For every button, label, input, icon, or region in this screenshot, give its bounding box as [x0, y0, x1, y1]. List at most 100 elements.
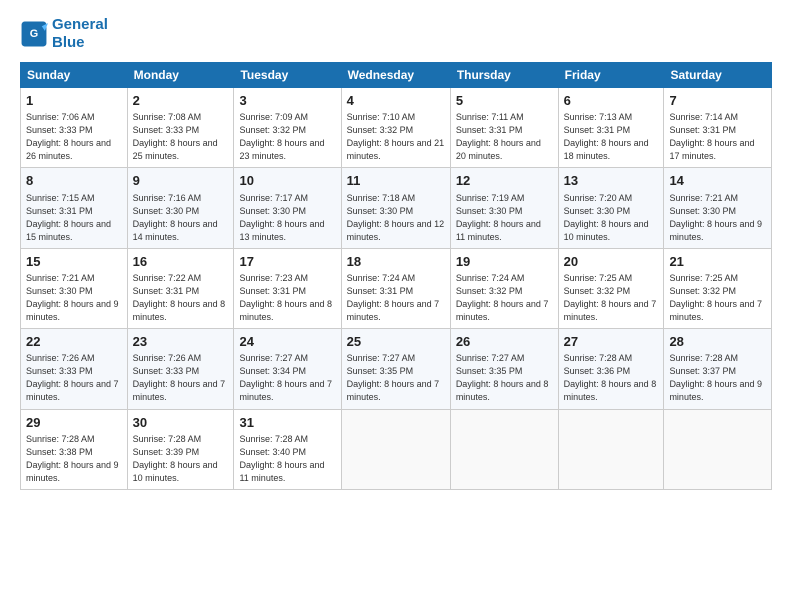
- calendar-cell: 10 Sunrise: 7:17 AMSunset: 3:30 PMDayligh…: [234, 168, 341, 248]
- calendar-cell: 12 Sunrise: 7:19 AMSunset: 3:30 PMDayligh…: [450, 168, 558, 248]
- day-info: Sunrise: 7:10 AMSunset: 3:32 PMDaylight:…: [347, 111, 445, 163]
- calendar-cell: 18Sunrise: 7:24 AMSunset: 3:31 PMDayligh…: [341, 248, 450, 328]
- calendar-cell: 15Sunrise: 7:21 AMSunset: 3:30 PMDayligh…: [21, 248, 128, 328]
- calendar-cell: 30Sunrise: 7:28 AMSunset: 3:39 PMDayligh…: [127, 409, 234, 489]
- calendar-cell: 4Sunrise: 7:10 AMSunset: 3:32 PMDaylight…: [341, 88, 450, 168]
- calendar-cell: 17Sunrise: 7:23 AMSunset: 3:31 PMDayligh…: [234, 248, 341, 328]
- calendar-cell: 21Sunrise: 7:25 AMSunset: 3:32 PMDayligh…: [664, 248, 772, 328]
- day-info: Sunrise: 7:28 AMSunset: 3:36 PMDaylight:…: [564, 352, 659, 404]
- logo-text: General Blue: [52, 16, 108, 52]
- calendar-cell: 28Sunrise: 7:28 AMSunset: 3:37 PMDayligh…: [664, 329, 772, 409]
- col-header-wednesday: Wednesday: [341, 63, 450, 88]
- day-number: 18: [347, 253, 445, 271]
- day-number: 9: [133, 172, 229, 190]
- day-info: Sunrise: 7:25 AMSunset: 3:32 PMDaylight:…: [564, 272, 659, 324]
- col-header-monday: Monday: [127, 63, 234, 88]
- calendar-cell: 29Sunrise: 7:28 AMSunset: 3:38 PMDayligh…: [21, 409, 128, 489]
- day-info: Sunrise: 7:09 AMSunset: 3:32 PMDaylight:…: [239, 111, 335, 163]
- day-info: Sunrise: 7:17 AMSunset: 3:30 PMDaylight:…: [239, 192, 335, 244]
- col-header-saturday: Saturday: [664, 63, 772, 88]
- calendar-cell: 1Sunrise: 7:06 AMSunset: 3:33 PMDaylight…: [21, 88, 128, 168]
- calendar-header-row: SundayMondayTuesdayWednesdayThursdayFrid…: [21, 63, 772, 88]
- calendar-cell: [664, 409, 772, 489]
- day-number: 2: [133, 92, 229, 110]
- day-info: Sunrise: 7:27 AMSunset: 3:34 PMDaylight:…: [239, 352, 335, 404]
- day-info: Sunrise: 7:28 AMSunset: 3:37 PMDaylight:…: [669, 352, 766, 404]
- calendar-cell: 2Sunrise: 7:08 AMSunset: 3:33 PMDaylight…: [127, 88, 234, 168]
- day-info: Sunrise: 7:26 AMSunset: 3:33 PMDaylight:…: [133, 352, 229, 404]
- calendar-cell: 25Sunrise: 7:27 AMSunset: 3:35 PMDayligh…: [341, 329, 450, 409]
- day-info: Sunrise: 7:13 AMSunset: 3:31 PMDaylight:…: [564, 111, 659, 163]
- calendar-cell: 8 Sunrise: 7:15 AMSunset: 3:31 PMDaylight…: [21, 168, 128, 248]
- calendar-cell: 13Sunrise: 7:20 AMSunset: 3:30 PMDayligh…: [558, 168, 664, 248]
- col-header-thursday: Thursday: [450, 63, 558, 88]
- day-info: Sunrise: 7:19 AMSunset: 3:30 PMDaylight:…: [456, 192, 553, 244]
- calendar-cell: 22Sunrise: 7:26 AMSunset: 3:33 PMDayligh…: [21, 329, 128, 409]
- day-info: Sunrise: 7:23 AMSunset: 3:31 PMDaylight:…: [239, 272, 335, 324]
- day-info: Sunrise: 7:11 AMSunset: 3:31 PMDaylight:…: [456, 111, 553, 163]
- col-header-tuesday: Tuesday: [234, 63, 341, 88]
- day-number: 15: [26, 253, 122, 271]
- day-number: 29: [26, 414, 122, 432]
- calendar-cell: [341, 409, 450, 489]
- day-info: Sunrise: 7:28 AMSunset: 3:40 PMDaylight:…: [239, 433, 335, 485]
- day-number: 24: [239, 333, 335, 351]
- calendar-cell: 16Sunrise: 7:22 AMSunset: 3:31 PMDayligh…: [127, 248, 234, 328]
- calendar-table: SundayMondayTuesdayWednesdayThursdayFrid…: [20, 62, 772, 490]
- day-number: 5: [456, 92, 553, 110]
- calendar-week-row: 1Sunrise: 7:06 AMSunset: 3:33 PMDaylight…: [21, 88, 772, 168]
- day-number: 11: [347, 172, 445, 190]
- day-number: 8: [26, 172, 122, 190]
- day-number: 19: [456, 253, 553, 271]
- calendar-cell: 9 Sunrise: 7:16 AMSunset: 3:30 PMDaylight…: [127, 168, 234, 248]
- day-number: 27: [564, 333, 659, 351]
- calendar-cell: 31Sunrise: 7:28 AMSunset: 3:40 PMDayligh…: [234, 409, 341, 489]
- day-number: 17: [239, 253, 335, 271]
- calendar-cell: 6Sunrise: 7:13 AMSunset: 3:31 PMDaylight…: [558, 88, 664, 168]
- day-number: 25: [347, 333, 445, 351]
- day-info: Sunrise: 7:26 AMSunset: 3:33 PMDaylight:…: [26, 352, 122, 404]
- day-number: 1: [26, 92, 122, 110]
- calendar-cell: 26Sunrise: 7:27 AMSunset: 3:35 PMDayligh…: [450, 329, 558, 409]
- day-info: Sunrise: 7:18 AMSunset: 3:30 PMDaylight:…: [347, 192, 445, 244]
- page-header: G General Blue: [20, 16, 772, 52]
- day-info: Sunrise: 7:25 AMSunset: 3:32 PMDaylight:…: [669, 272, 766, 324]
- day-number: 12: [456, 172, 553, 190]
- day-number: 21: [669, 253, 766, 271]
- logo-icon: G: [20, 20, 48, 48]
- day-number: 3: [239, 92, 335, 110]
- day-number: 20: [564, 253, 659, 271]
- calendar-cell: [450, 409, 558, 489]
- calendar-week-row: 22Sunrise: 7:26 AMSunset: 3:33 PMDayligh…: [21, 329, 772, 409]
- day-number: 7: [669, 92, 766, 110]
- day-info: Sunrise: 7:28 AMSunset: 3:39 PMDaylight:…: [133, 433, 229, 485]
- page-container: G General Blue SundayMondayTuesdayWednes…: [0, 0, 792, 612]
- calendar-cell: 5Sunrise: 7:11 AMSunset: 3:31 PMDaylight…: [450, 88, 558, 168]
- day-info: Sunrise: 7:16 AMSunset: 3:30 PMDaylight:…: [133, 192, 229, 244]
- calendar-week-row: 15Sunrise: 7:21 AMSunset: 3:30 PMDayligh…: [21, 248, 772, 328]
- day-info: Sunrise: 7:15 AMSunset: 3:31 PMDaylight:…: [26, 192, 122, 244]
- svg-text:G: G: [30, 28, 38, 40]
- calendar-cell: 7Sunrise: 7:14 AMSunset: 3:31 PMDaylight…: [664, 88, 772, 168]
- calendar-week-row: 8 Sunrise: 7:15 AMSunset: 3:31 PMDaylight…: [21, 168, 772, 248]
- day-info: Sunrise: 7:08 AMSunset: 3:33 PMDaylight:…: [133, 111, 229, 163]
- day-info: Sunrise: 7:20 AMSunset: 3:30 PMDaylight:…: [564, 192, 659, 244]
- calendar-cell: [558, 409, 664, 489]
- calendar-cell: 27Sunrise: 7:28 AMSunset: 3:36 PMDayligh…: [558, 329, 664, 409]
- day-number: 23: [133, 333, 229, 351]
- calendar-week-row: 29Sunrise: 7:28 AMSunset: 3:38 PMDayligh…: [21, 409, 772, 489]
- day-info: Sunrise: 7:24 AMSunset: 3:31 PMDaylight:…: [347, 272, 445, 324]
- calendar-cell: 23Sunrise: 7:26 AMSunset: 3:33 PMDayligh…: [127, 329, 234, 409]
- day-info: Sunrise: 7:21 AMSunset: 3:30 PMDaylight:…: [669, 192, 766, 244]
- day-info: Sunrise: 7:27 AMSunset: 3:35 PMDaylight:…: [347, 352, 445, 404]
- calendar-cell: 14Sunrise: 7:21 AMSunset: 3:30 PMDayligh…: [664, 168, 772, 248]
- day-info: Sunrise: 7:21 AMSunset: 3:30 PMDaylight:…: [26, 272, 122, 324]
- day-number: 31: [239, 414, 335, 432]
- col-header-sunday: Sunday: [21, 63, 128, 88]
- day-number: 6: [564, 92, 659, 110]
- calendar-cell: 19Sunrise: 7:24 AMSunset: 3:32 PMDayligh…: [450, 248, 558, 328]
- day-info: Sunrise: 7:22 AMSunset: 3:31 PMDaylight:…: [133, 272, 229, 324]
- day-number: 10: [239, 172, 335, 190]
- calendar-cell: 11 Sunrise: 7:18 AMSunset: 3:30 PMDayligh…: [341, 168, 450, 248]
- day-info: Sunrise: 7:14 AMSunset: 3:31 PMDaylight:…: [669, 111, 766, 163]
